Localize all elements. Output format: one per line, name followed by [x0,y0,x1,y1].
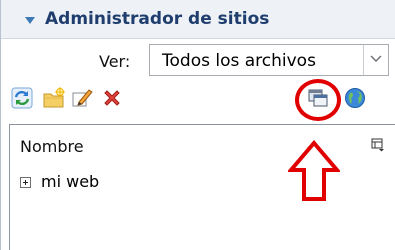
panel-header[interactable]: Administrador de sitios [1,0,395,39]
annotation-up-arrow-icon [288,140,340,201]
view-select[interactable]: Todos los archivos [149,44,389,76]
expand-icon[interactable] [20,177,31,188]
tree-item-label: mi web [41,172,100,191]
site-manager-panel: Administrador de sitios Ver: Todos los a… [0,0,395,250]
chevron-down-icon [370,55,382,62]
edit-icon[interactable] [71,87,93,109]
column-chooser-icon[interactable] [371,137,385,152]
panel-title: Administrador de sitios [45,9,270,29]
delete-icon[interactable] [101,87,123,109]
view-select-value: Todos los archivos [162,51,316,71]
globe-icon[interactable] [344,87,366,109]
annotation-circle [295,79,341,121]
collapse-arrow-icon[interactable] [25,17,35,24]
view-label: Ver: [99,52,131,71]
refresh-icon[interactable] [11,87,33,109]
column-header-name[interactable]: Nombre [20,137,84,156]
view-select-dropdown-button[interactable] [363,45,388,75]
new-folder-icon[interactable] [42,87,65,109]
